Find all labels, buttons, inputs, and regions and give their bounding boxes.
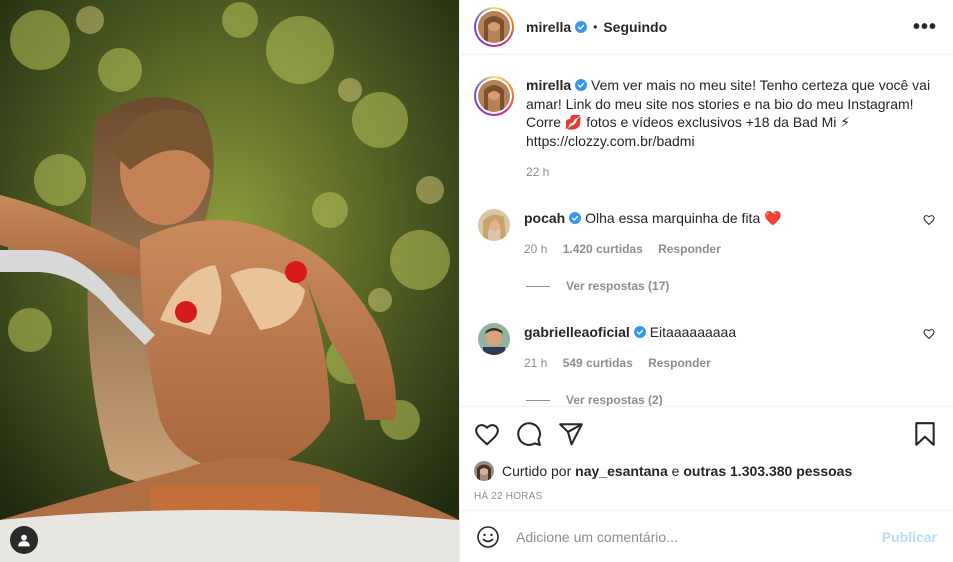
liked-by-prefix: Curtido por <box>502 463 572 479</box>
comment-text: Eitaaaaaaaaa <box>649 324 737 340</box>
author-avatar[interactable] <box>474 7 514 47</box>
post-header: mirella • Seguindo ••• <box>460 0 953 55</box>
comment-item: pocah Olha essa marquinha de fita ❤️ 20 … <box>474 209 937 256</box>
bookmark-icon[interactable] <box>913 421 937 447</box>
view-replies-label: Ver respostas (17) <box>566 279 670 293</box>
reply-button[interactable]: Responder <box>658 242 721 256</box>
verified-badge-icon <box>575 21 588 33</box>
caption-text: mirella Vem ver mais no meu site! Tenho … <box>526 76 937 150</box>
post-photo[interactable] <box>0 0 459 562</box>
comment-like-icon[interactable] <box>923 214 935 226</box>
share-icon[interactable] <box>558 421 584 447</box>
comment-likes[interactable]: 549 curtidas <box>563 356 633 370</box>
liked-by: Curtido por nay_esantana e outras 1.303.… <box>474 461 937 481</box>
caption-body: Vem ver mais no meu site! Tenho certeza … <box>526 77 931 130</box>
author-username[interactable]: mirella <box>526 19 571 35</box>
view-replies-button[interactable]: Ver respostas (2) <box>526 393 937 406</box>
post-image <box>0 0 459 562</box>
verified-badge-icon <box>569 212 582 224</box>
liked-by-user[interactable]: nay_esantana <box>575 463 668 479</box>
person-icon <box>18 534 30 547</box>
comment-time[interactable]: 20 h <box>524 242 547 256</box>
post-timestamp[interactable]: HÁ 22 HORAS <box>474 491 937 502</box>
comment-icon[interactable] <box>516 421 542 447</box>
caption-avatar[interactable] <box>474 76 514 116</box>
comment-input[interactable] <box>516 528 874 545</box>
caption-time[interactable]: 22 h <box>526 165 937 179</box>
commenter-avatar[interactable] <box>478 209 510 241</box>
comment-like-icon[interactable] <box>923 328 935 340</box>
replies-line <box>526 285 550 287</box>
commenter-username[interactable]: pocah <box>524 210 565 226</box>
caption-username[interactable]: mirella <box>526 77 571 93</box>
caption-link[interactable]: https://clozzy.com.br/badmi <box>526 133 695 149</box>
add-comment-bar: Publicar <box>460 510 953 562</box>
comment-likes[interactable]: 1.420 curtidas <box>563 242 643 256</box>
view-replies-button[interactable]: Ver respostas (17) <box>526 279 937 293</box>
post-panel: mirella • Seguindo ••• mirella Vem ver m… <box>459 0 953 562</box>
following-button[interactable]: Seguindo <box>603 19 667 35</box>
separator-dot: • <box>593 20 598 34</box>
comment-item: gabrielleaoficial Eitaaaaaaaaa 21 h 549 … <box>474 323 937 370</box>
commenter-username[interactable]: gabrielleaoficial <box>524 324 630 340</box>
reply-button[interactable]: Responder <box>648 356 711 370</box>
more-options-icon[interactable]: ••• <box>913 17 937 37</box>
liked-by-and: e <box>671 463 680 479</box>
post-actions: Curtido por nay_esantana e outras 1.303.… <box>460 406 953 502</box>
publish-button[interactable]: Publicar <box>882 529 937 545</box>
user-tag-icon[interactable] <box>10 526 38 554</box>
comments-list[interactable]: mirella Vem ver mais no meu site! Tenho … <box>460 56 953 406</box>
caption: mirella Vem ver mais no meu site! Tenho … <box>474 76 937 150</box>
verified-badge-icon <box>633 326 646 338</box>
liked-by-others[interactable]: outras 1.303.380 pessoas <box>683 463 852 479</box>
verified-badge-icon <box>575 79 588 91</box>
liker-avatar[interactable] <box>474 461 494 481</box>
commenter-avatar[interactable] <box>478 323 510 355</box>
comment-time[interactable]: 21 h <box>524 356 547 370</box>
instagram-post: mirella • Seguindo ••• mirella Vem ver m… <box>0 0 953 562</box>
emoji-icon[interactable] <box>476 525 500 549</box>
comment-text: Olha essa marquinha de fita ❤️ <box>585 210 782 226</box>
action-icons <box>474 407 937 461</box>
heart-icon[interactable] <box>474 422 500 446</box>
replies-line <box>526 399 550 401</box>
view-replies-label: Ver respostas (2) <box>566 393 663 406</box>
